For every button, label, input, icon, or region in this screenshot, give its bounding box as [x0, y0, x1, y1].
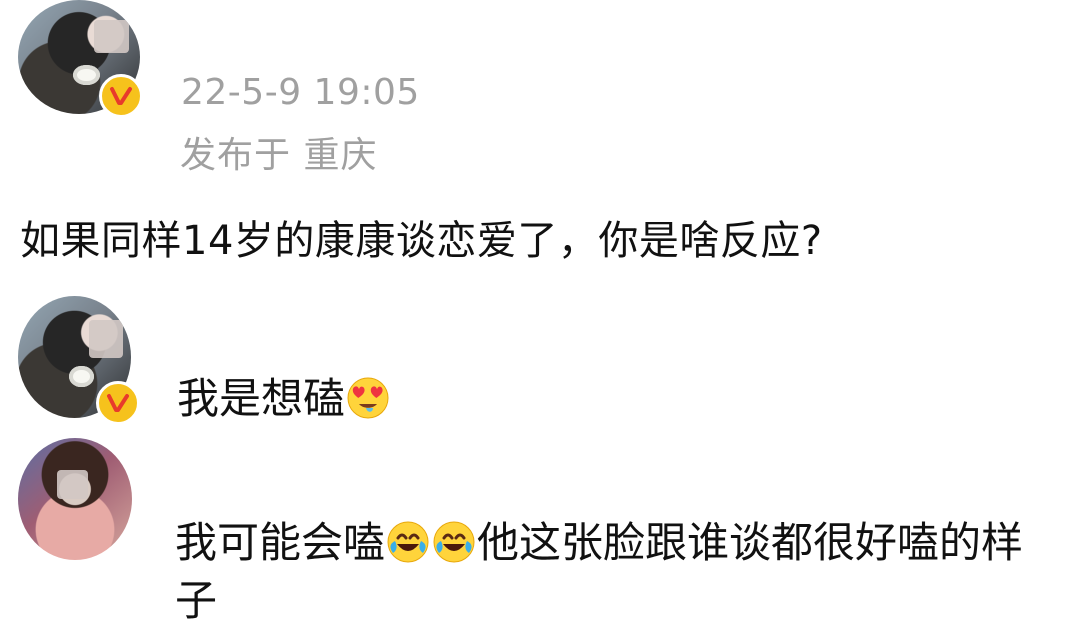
commenter-face-pixelation	[89, 320, 123, 358]
comment-2-text-end: 他这张脸跟谁谈都很好嗑的样	[477, 518, 1024, 567]
comment-2-text-start: 我可能会嗑	[175, 518, 386, 567]
verified-badge-icon	[96, 381, 140, 425]
heart-eyes-emoji-icon	[346, 376, 390, 420]
verified-badge-icon	[99, 74, 143, 118]
laughing-crying-emoji-icon	[432, 520, 476, 564]
post-location: 发布于 重庆	[180, 135, 378, 176]
comment-1-text: 我是想磕	[177, 374, 346, 423]
commenter-face-pixelation	[57, 470, 88, 499]
laughing-crying-emoji-icon	[386, 520, 430, 564]
comment-2-text-wrap: 子	[175, 576, 218, 625]
author-face-pixelation	[94, 20, 129, 53]
commenter-avatar[interactable]	[18, 438, 132, 560]
post-body: 如果同样14岁的康康谈恋爱了，你是啥反应?	[20, 218, 823, 264]
social-post-screenshot: 22-5-9 19:05 发布于 重庆 如果同样14岁的康康谈恋爱了，你是啥反应…	[0, 0, 1078, 626]
comment-1: 我是想磕	[177, 370, 391, 428]
comment-2: 我可能会嗑 他这张脸跟谁谈都很好嗑的样 子	[175, 514, 1065, 626]
post-timestamp: 22-5-9 19:05	[181, 72, 420, 113]
